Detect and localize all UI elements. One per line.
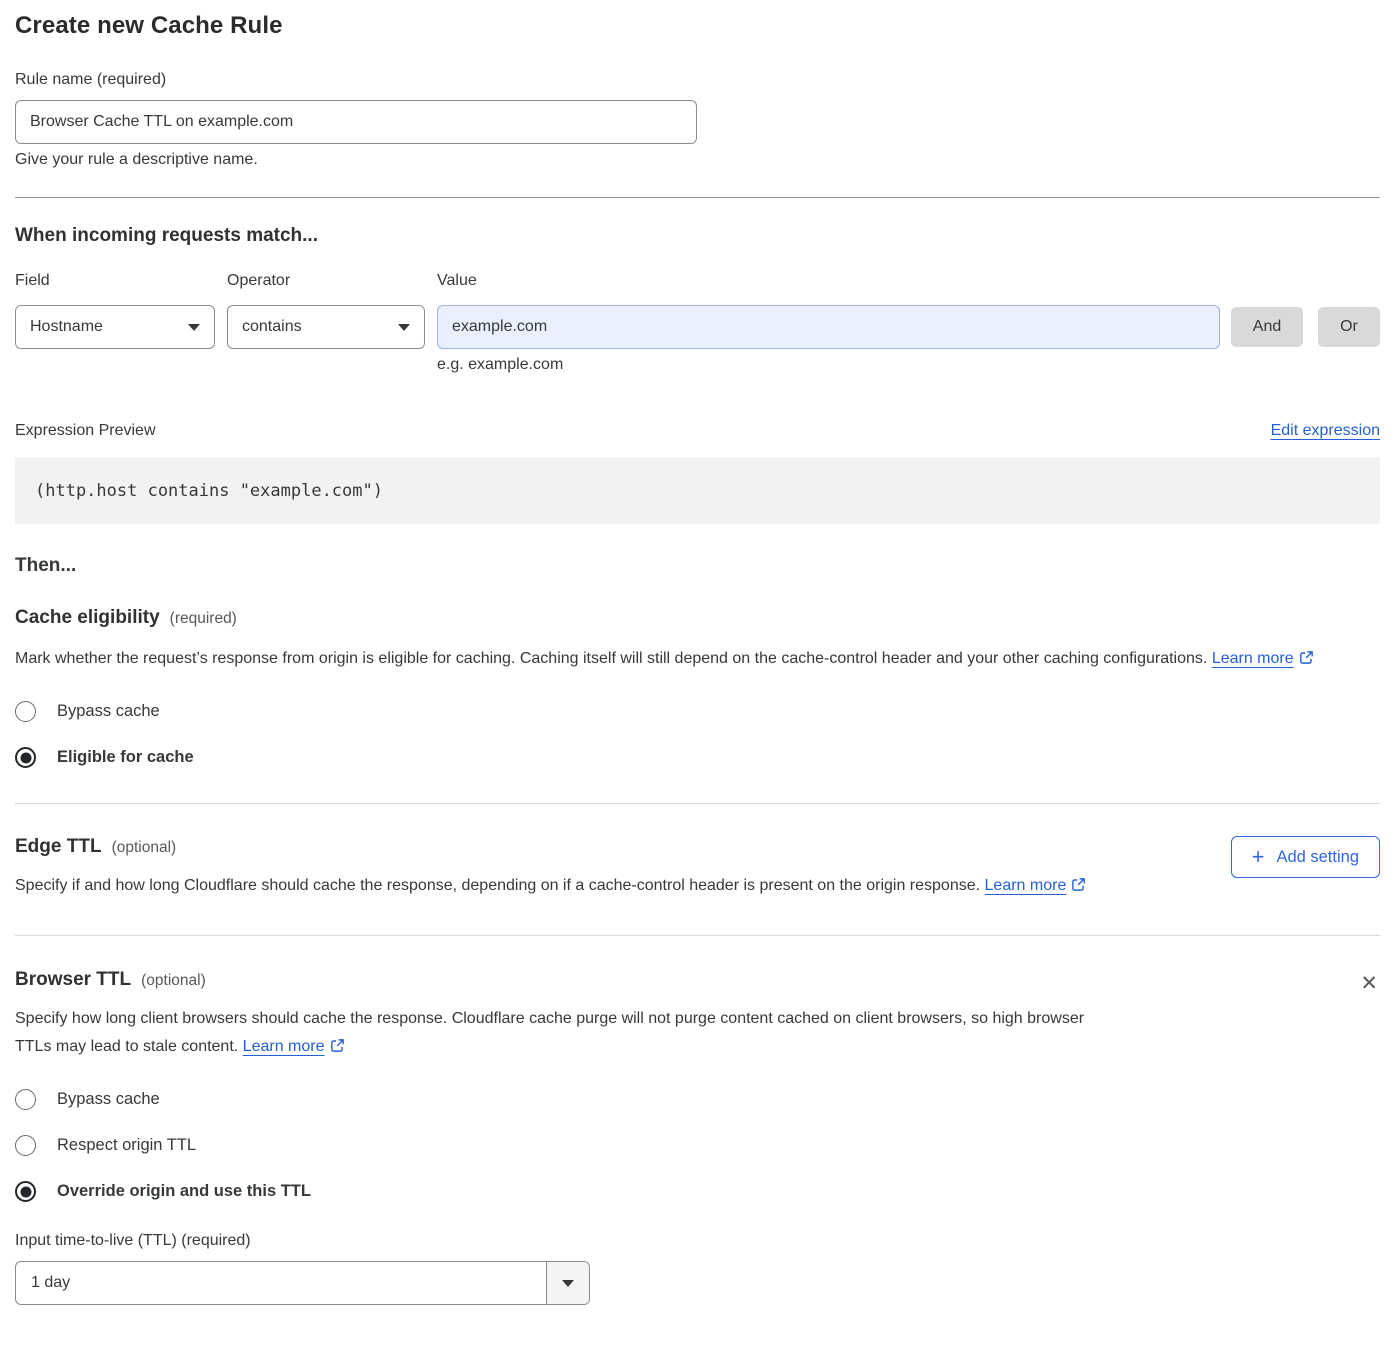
browser-ttl-description: Specify how long client browsers should … <box>15 1005 1095 1063</box>
cache-eligibility-section: Cache eligibility (required) Mark whethe… <box>15 607 1380 768</box>
edge-ttl-content: Edge TTL (optional) Specify if and how l… <box>15 836 1086 902</box>
close-icon[interactable]: ✕ <box>1358 971 1380 996</box>
match-condition-row: Hostname contains And Or <box>15 305 1380 349</box>
radio-option-bypass-cache[interactable]: Bypass cache <box>15 1089 160 1110</box>
match-heading: When incoming requests match... <box>15 225 1380 247</box>
cache-eligibility-title-row: Cache eligibility (required) <box>15 607 1380 629</box>
ttl-select[interactable]: 1 day <box>15 1261 590 1305</box>
expression-preview-label: Expression Preview <box>15 422 156 440</box>
radio-option-label: Override origin and use this TTL <box>57 1182 311 1201</box>
add-setting-button[interactable]: + Add setting <box>1231 836 1380 878</box>
operator-select-value: contains <box>242 318 302 336</box>
browser-ttl-section: Browser TTL (optional) Specify how long … <box>15 969 1380 1063</box>
ttl-input-label: Input time-to-live (TTL) (required) <box>15 1232 1380 1250</box>
expression-preview-row: Expression Preview Edit expression <box>15 422 1380 440</box>
radio-unchecked-icon[interactable] <box>15 1135 36 1156</box>
plus-icon: + <box>1252 846 1265 868</box>
external-link-icon <box>330 1035 345 1063</box>
radio-unchecked-icon[interactable] <box>15 701 36 722</box>
page-title: Create new Cache Rule <box>15 12 1380 40</box>
cache-eligibility-radio-group: Bypass cache Eligible for cache <box>15 701 1380 768</box>
chevron-down-icon <box>188 324 200 331</box>
ttl-select-arrow-segment[interactable] <box>546 1262 589 1304</box>
ttl-select-value: 1 day <box>16 1262 70 1304</box>
edit-expression-link[interactable]: Edit expression <box>1271 422 1380 440</box>
value-input[interactable] <box>437 305 1220 349</box>
radio-option-bypass-cache[interactable]: Bypass cache <box>15 701 160 722</box>
radio-option-label: Respect origin TTL <box>57 1136 196 1155</box>
browser-ttl-title: Browser TTL <box>15 969 131 991</box>
or-button[interactable]: Or <box>1318 307 1380 347</box>
cache-eligibility-title: Cache eligibility <box>15 607 160 629</box>
value-column-label: Value <box>437 272 477 290</box>
chevron-down-icon <box>562 1280 574 1287</box>
section-divider <box>15 803 1380 804</box>
edge-ttl-title: Edge TTL <box>15 836 102 858</box>
field-column-label: Field <box>15 272 215 290</box>
operator-select[interactable]: contains <box>227 305 425 349</box>
external-link-icon <box>1299 647 1314 675</box>
add-setting-label: Add setting <box>1276 848 1359 867</box>
and-button[interactable]: And <box>1231 307 1303 347</box>
browser-ttl-badge: (optional) <box>141 972 206 990</box>
value-helper: e.g. example.com <box>437 356 1380 374</box>
radio-option-label: Eligible for cache <box>57 748 194 767</box>
radio-option-eligible-for-cache[interactable]: Eligible for cache <box>15 747 194 768</box>
radio-option-label: Bypass cache <box>57 702 160 721</box>
edge-ttl-section: Edge TTL (optional) Specify if and how l… <box>15 836 1380 902</box>
radio-option-label: Bypass cache <box>57 1090 160 1109</box>
cache-eligibility-badge: (required) <box>170 610 237 628</box>
radio-option-override-origin-ttl[interactable]: Override origin and use this TTL <box>15 1181 311 1202</box>
operator-column-label: Operator <box>227 272 425 290</box>
browser-ttl-title-row: Browser TTL (optional) <box>15 969 1095 991</box>
field-select[interactable]: Hostname <box>15 305 215 349</box>
expression-code-block: (http.host contains "example.com") <box>15 457 1380 524</box>
chevron-down-icon <box>398 324 410 331</box>
edge-ttl-learn-more-link[interactable]: Learn more <box>985 877 1067 894</box>
browser-ttl-content: Browser TTL (optional) Specify how long … <box>15 969 1095 1063</box>
section-divider <box>15 935 1380 936</box>
external-link-icon <box>1071 874 1086 902</box>
cache-eligibility-description: Mark whether the request’s response from… <box>15 645 1345 675</box>
edge-ttl-badge: (optional) <box>112 839 177 857</box>
radio-option-respect-origin-ttl[interactable]: Respect origin TTL <box>15 1135 196 1156</box>
cache-eligibility-learn-more-link[interactable]: Learn more <box>1212 650 1294 667</box>
edge-ttl-description: Specify if and how long Cloudflare shoul… <box>15 872 1086 902</box>
radio-checked-icon[interactable] <box>15 1181 36 1202</box>
browser-ttl-radio-group: Bypass cache Respect origin TTL Override… <box>15 1089 1380 1202</box>
rule-name-input[interactable] <box>15 100 697 144</box>
match-column-labels: Field Operator Value <box>15 272 1380 290</box>
then-heading: Then... <box>15 555 1380 577</box>
field-select-value: Hostname <box>30 318 103 336</box>
expression-code: (http.host contains "example.com") <box>35 481 383 501</box>
browser-ttl-learn-more-link[interactable]: Learn more <box>243 1038 325 1055</box>
radio-checked-icon[interactable] <box>15 747 36 768</box>
radio-unchecked-icon[interactable] <box>15 1089 36 1110</box>
rule-name-label: Rule name (required) <box>15 71 1380 89</box>
edge-ttl-title-row: Edge TTL (optional) <box>15 836 1086 858</box>
create-cache-rule-page: Create new Cache Rule Rule name (require… <box>0 0 1400 1321</box>
section-divider <box>15 197 1380 198</box>
rule-name-helper: Give your rule a descriptive name. <box>15 151 1380 169</box>
